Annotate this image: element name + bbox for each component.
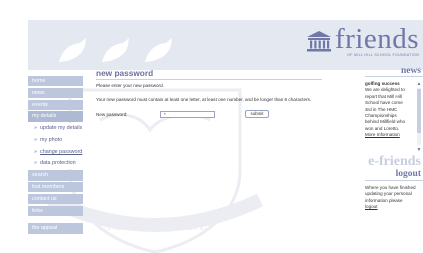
nav-item-contact-us[interactable]: contact us <box>28 193 83 205</box>
news-item: golfing success We are delighted to repo… <box>365 81 413 139</box>
nav-item-lost-members[interactable]: lost members <box>28 182 83 193</box>
nav-item-news[interactable]: news <box>28 87 83 99</box>
subnav-label: data protection <box>40 160 76 167</box>
bullet-icon: » <box>34 125 37 132</box>
nav-item-my-details[interactable]: my details <box>28 111 83 122</box>
logout-line: updating your personal <box>365 191 412 197</box>
nav-label: events <box>32 101 48 108</box>
subnav-label: change password <box>40 148 83 155</box>
nav-item-events[interactable]: events <box>28 99 83 110</box>
new-password-input[interactable]: * <box>160 110 215 118</box>
my-details-submenu: » update my details » my photo » change pas… <box>28 123 83 169</box>
building-icon <box>306 31 331 52</box>
right-column: news golfing success We are delighted to… <box>365 66 423 211</box>
friends-logo[interactable]: friends OF MILL HILL SCHOOL FOUNDATION <box>306 24 419 68</box>
logout-heading: logout <box>365 169 423 181</box>
subnav-label: my photo <box>40 136 63 143</box>
submit-button[interactable]: submit <box>245 110 269 118</box>
subnav-update-my-details[interactable]: » update my details <box>28 123 83 133</box>
nav-label: my details <box>32 113 57 120</box>
nav-item-links[interactable]: links <box>28 205 83 216</box>
header-banner: friends OF MILL HILL SCHOOL FOUNDATION <box>28 20 423 70</box>
logo-subtitle: OF MILL HILL SCHOOL FOUNDATION <box>347 53 419 57</box>
nav-label: news <box>32 89 45 96</box>
nav-label: links <box>32 207 43 214</box>
nav-label: search <box>32 172 49 179</box>
nav-item-the-appeal[interactable]: the appeal <box>28 223 83 234</box>
chevron-down-icon[interactable]: ▼ <box>416 147 422 153</box>
main-content: new password Please enter your new passw… <box>96 68 322 118</box>
nav-item-search[interactable]: search <box>28 170 83 181</box>
nav-label: the appeal <box>32 225 58 232</box>
bullet-icon: » <box>34 160 37 167</box>
nav-label: lost members <box>32 184 65 191</box>
logout-info: Where you have finished updating your pe… <box>365 185 417 211</box>
subnav-data-protection[interactable]: » data protection <box>28 158 83 168</box>
subnav-label: update my details <box>40 125 83 132</box>
bird-icon <box>59 38 86 62</box>
password-rule-text: Your new password must contain at least … <box>96 97 312 102</box>
more-information-link[interactable]: More Information <box>365 132 413 138</box>
logout-link[interactable]: logout <box>365 204 417 210</box>
subnav-change-password[interactable]: » change password <box>28 147 83 157</box>
crest-motto: LICEN ET MUSAS <box>98 219 211 234</box>
chevron-up-icon[interactable]: ▲ <box>416 81 422 87</box>
nav-label: home <box>32 78 46 84</box>
bullet-icon: » <box>34 136 37 143</box>
page-title: new password <box>96 68 322 80</box>
password-label: New password: <box>96 111 128 117</box>
nav-item-home[interactable]: home <box>28 76 83 87</box>
nav-label: contact us <box>32 195 57 202</box>
news-panel: golfing success We are delighted to repo… <box>365 81 423 153</box>
bird-icon <box>145 38 172 62</box>
e-friends-title: e-friends <box>368 154 421 169</box>
subnav-my-photo[interactable]: » my photo <box>28 135 83 145</box>
bullet-icon: » <box>34 148 37 155</box>
sidebar-nav: home news events my details » update my d… <box>28 76 83 235</box>
intro-text: Please enter your new password. <box>96 83 164 88</box>
news-heading: news <box>365 66 423 77</box>
news-scrollbar[interactable]: ▲ ▼ <box>416 81 422 153</box>
password-form: New password: * submit <box>96 110 322 118</box>
scrollbar-thumb[interactable] <box>417 89 421 133</box>
logo-word: friends <box>334 23 419 55</box>
bird-icon <box>102 38 129 62</box>
